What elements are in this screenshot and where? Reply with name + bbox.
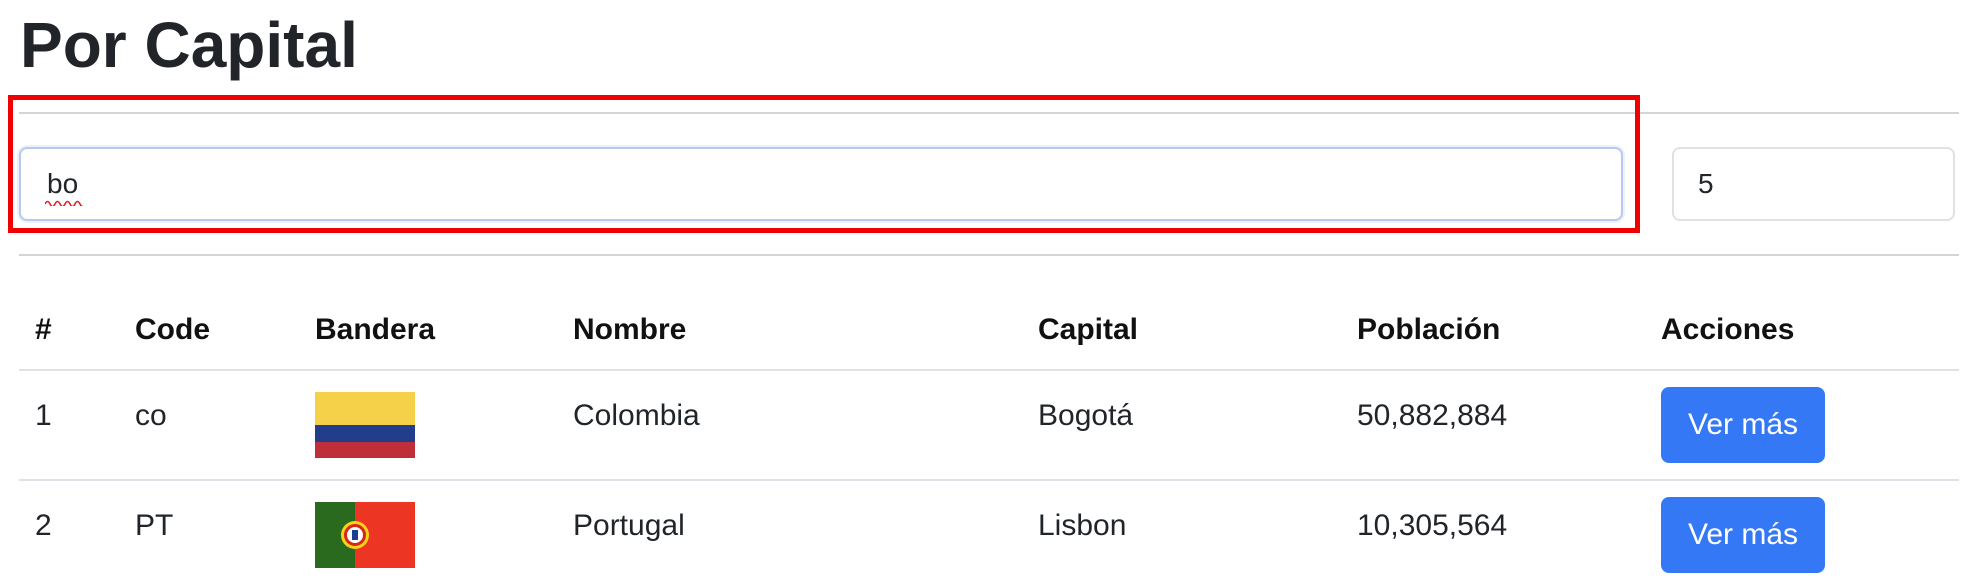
portugal-flag-icon — [315, 502, 415, 568]
row-flag-cell — [299, 370, 557, 481]
row-capital: Bogotá — [1022, 370, 1341, 481]
row-name: Portugal — [557, 480, 1022, 581]
row-actions-cell: Ver más — [1645, 370, 1959, 481]
row-code: PT — [119, 480, 299, 581]
row-population: 10,305,564 — [1341, 480, 1645, 581]
column-header-name: Nombre — [557, 290, 1022, 371]
page: Por Capital # Code Bandera Nombre Capita… — [0, 0, 1970, 581]
row-flag-cell — [299, 480, 557, 581]
row-index: 1 — [19, 370, 119, 481]
row-code: co — [119, 370, 299, 481]
table-header-row: # Code Bandera Nombre Capital Población … — [19, 290, 1959, 371]
row-capital: Lisbon — [1022, 480, 1341, 581]
row-population: 50,882,884 — [1341, 370, 1645, 481]
divider-top — [19, 112, 1959, 114]
ver-mas-button[interactable]: Ver más — [1661, 387, 1825, 463]
spellcheck-squiggle — [45, 200, 83, 206]
table-row: 2 PT Portugal Lisbon 10,305,564 Ver más — [19, 480, 1959, 581]
column-header-index: # — [19, 290, 119, 371]
ver-mas-button[interactable]: Ver más — [1661, 497, 1825, 573]
row-name: Colombia — [557, 370, 1022, 481]
table-row: 1 co Colombia Bogotá 50,882,884 Ver más — [19, 370, 1959, 481]
page-title: Por Capital — [20, 9, 358, 81]
column-header-capital: Capital — [1022, 290, 1341, 371]
column-header-flag: Bandera — [299, 290, 557, 371]
row-index: 2 — [19, 480, 119, 581]
column-header-code: Code — [119, 290, 299, 371]
results-limit-input[interactable] — [1672, 147, 1955, 221]
row-actions-cell: Ver más — [1645, 480, 1959, 581]
capital-search-input[interactable] — [19, 147, 1623, 221]
column-header-actions: Acciones — [1645, 290, 1959, 371]
column-header-population: Población — [1341, 290, 1645, 371]
colombia-flag-icon — [315, 392, 415, 458]
results-table: # Code Bandera Nombre Capital Población … — [19, 290, 1959, 581]
divider-bottom — [19, 254, 1959, 256]
